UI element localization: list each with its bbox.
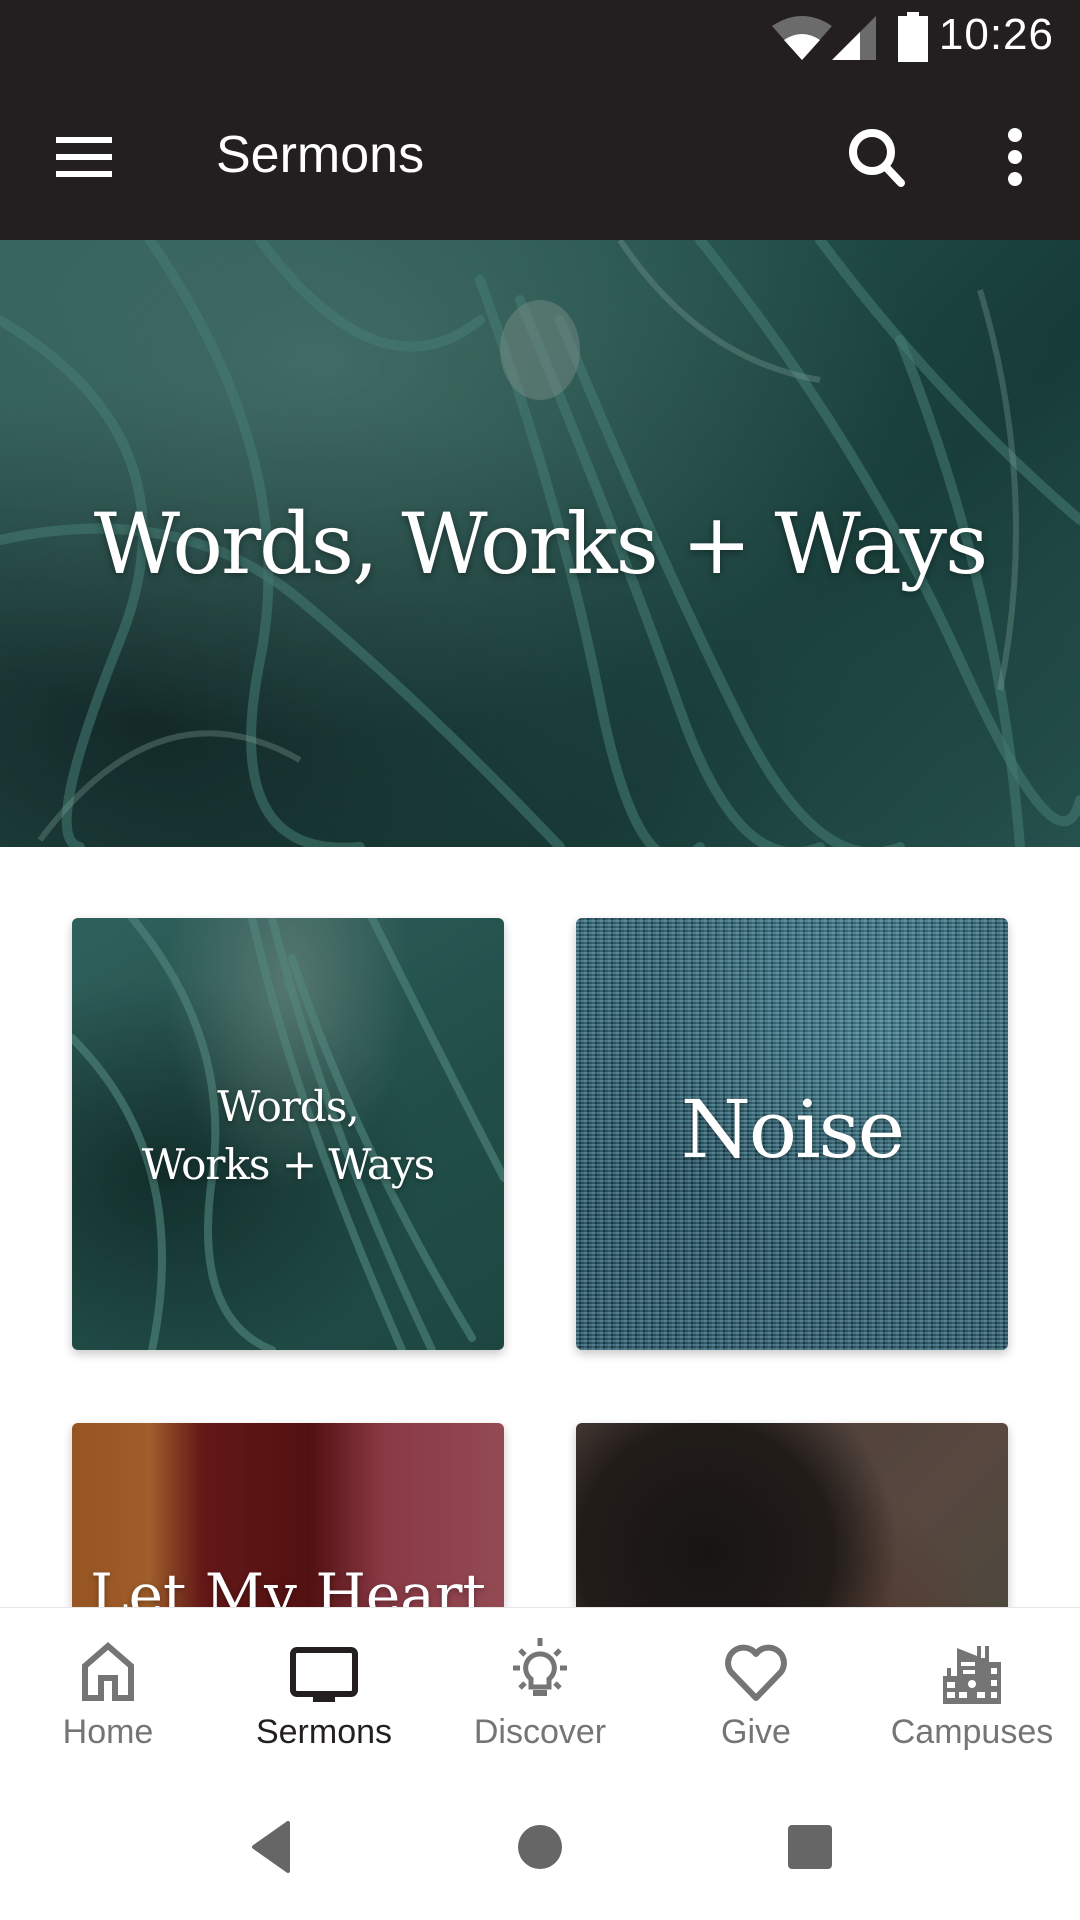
system-navigation-bar bbox=[0, 1777, 1080, 1920]
tv-icon bbox=[290, 1647, 358, 1702]
building-icon bbox=[943, 1646, 1001, 1704]
nav-item-campuses[interactable]: Campuses bbox=[864, 1608, 1080, 1778]
clock: 10:26 bbox=[938, 10, 1054, 59]
nav-item-discover[interactable]: Discover bbox=[432, 1608, 648, 1778]
heart-icon bbox=[725, 1644, 787, 1701]
nav-label: Campuses bbox=[890, 1713, 1054, 1751]
more-vertical-icon[interactable] bbox=[1000, 127, 1030, 187]
cellular-signal-icon bbox=[832, 16, 876, 60]
hamburger-menu-icon[interactable] bbox=[56, 137, 112, 177]
wifi-icon bbox=[772, 16, 832, 60]
nav-label: Sermons bbox=[255, 1713, 393, 1751]
card-title-line-1: Words, bbox=[217, 1082, 359, 1131]
card-title: Words, Works + Ways bbox=[72, 1078, 504, 1194]
bottom-navigation: Home Sermons Discover Give Campuses bbox=[0, 1607, 1080, 1778]
home-icon bbox=[82, 1642, 134, 1701]
app-bar: Sermons bbox=[0, 75, 1080, 240]
hero-title: Words, Works + Ways bbox=[93, 495, 988, 593]
series-card-noise[interactable]: Noise bbox=[576, 918, 1008, 1350]
search-icon[interactable] bbox=[845, 125, 909, 189]
home-circle-icon[interactable] bbox=[510, 1817, 570, 1877]
card-title: Noise bbox=[680, 1083, 905, 1176]
nav-item-give[interactable]: Give bbox=[648, 1608, 864, 1778]
nav-item-home[interactable]: Home bbox=[0, 1608, 216, 1778]
featured-series-hero[interactable]: Words, Works + Ways bbox=[0, 240, 1080, 847]
nav-label: Give bbox=[721, 1713, 791, 1751]
page-title: Sermons bbox=[216, 126, 425, 184]
lightbulb-icon bbox=[513, 1638, 567, 1696]
back-icon[interactable] bbox=[244, 1817, 304, 1877]
nav-label: Home bbox=[62, 1713, 154, 1751]
recents-icon[interactable] bbox=[780, 1817, 840, 1877]
series-card-words-works-ways[interactable]: Words, Works + Ways bbox=[72, 918, 504, 1350]
nav-label: Discover bbox=[473, 1713, 607, 1751]
card-title-line-2: Works + Ways bbox=[141, 1140, 435, 1189]
status-bar: 10:26 bbox=[0, 0, 1080, 75]
nav-item-sermons[interactable]: Sermons bbox=[216, 1608, 432, 1778]
battery-icon bbox=[898, 12, 928, 62]
